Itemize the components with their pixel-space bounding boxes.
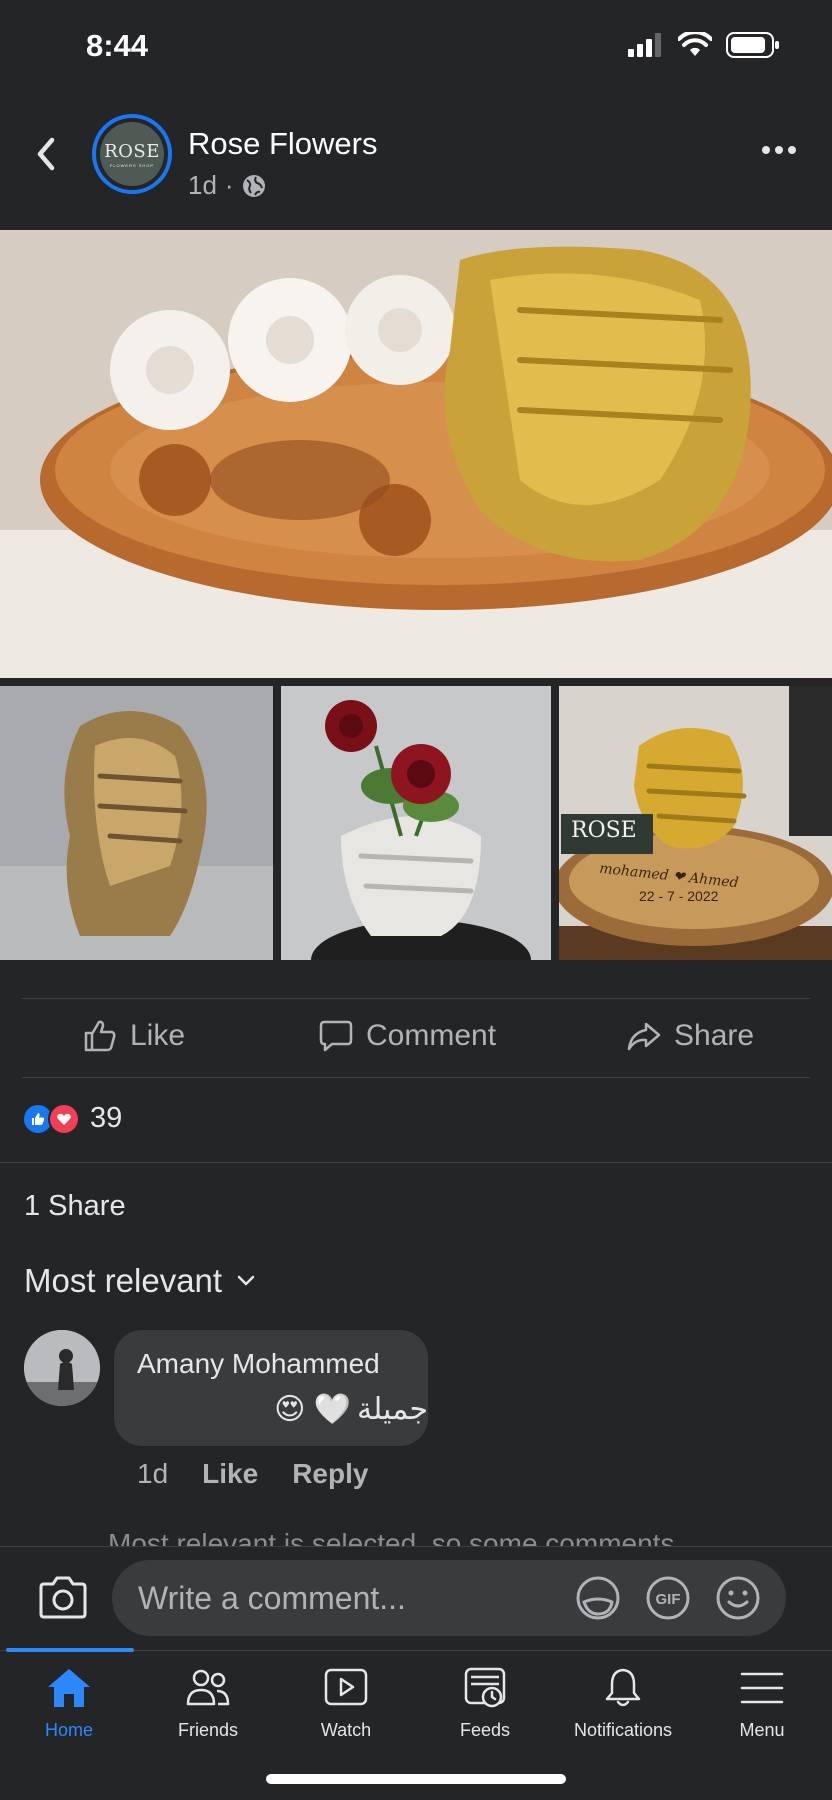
watch-icon bbox=[324, 1668, 368, 1706]
post-photo-1[interactable] bbox=[0, 686, 273, 960]
avatar-logo-sub: FLOWERS SHOP bbox=[109, 162, 155, 168]
tab-label: Watch bbox=[320, 1720, 372, 1740]
love-reaction-icon bbox=[48, 1102, 80, 1135]
gif-button[interactable]: GIF bbox=[644, 1574, 692, 1622]
divider bbox=[22, 1077, 810, 1078]
reactions-summary[interactable]: 39 bbox=[22, 1102, 122, 1135]
home-icon bbox=[48, 1669, 90, 1707]
back-button[interactable] bbox=[30, 132, 62, 176]
bell-icon bbox=[605, 1668, 641, 1707]
sort-label: Most relevant bbox=[24, 1262, 223, 1299]
battery-icon bbox=[726, 32, 779, 58]
share-button[interactable]: Share bbox=[626, 1018, 754, 1054]
tab-notifications[interactable]: Notifications bbox=[554, 1666, 692, 1741]
home-indicator[interactable] bbox=[266, 1774, 566, 1784]
status-icons bbox=[628, 32, 780, 58]
dot-icon bbox=[788, 146, 796, 154]
commenter-avatar[interactable] bbox=[24, 1330, 100, 1406]
photo-3-badge: ROSE bbox=[571, 818, 637, 843]
photo-2-image bbox=[281, 686, 551, 960]
tab-label: Feeds bbox=[459, 1720, 511, 1740]
page-avatar[interactable]: ROSE FLOWERS SHOP bbox=[92, 114, 172, 194]
avatar-sticker-button[interactable] bbox=[574, 1574, 622, 1622]
signal-icon bbox=[628, 33, 661, 57]
page-name[interactable]: Rose Flowers bbox=[188, 126, 378, 162]
chevron-down-icon bbox=[237, 1275, 255, 1286]
tab-label: Menu bbox=[739, 1720, 785, 1740]
commenter-name[interactable]: Amany Mohammed bbox=[137, 1348, 380, 1380]
dot-icon bbox=[775, 146, 783, 154]
post-age[interactable]: 1d bbox=[188, 170, 217, 201]
photo-main-image bbox=[0, 230, 832, 678]
comment-button[interactable]: Comment bbox=[318, 1018, 496, 1054]
photo-3-date: 22 - 7 - 2022 bbox=[639, 888, 719, 904]
post-photo-main[interactable] bbox=[0, 230, 832, 678]
sticker-icon bbox=[576, 1576, 620, 1620]
comment-like-button[interactable]: Like bbox=[202, 1458, 258, 1490]
share-label: Share bbox=[674, 1019, 755, 1052]
thumbs-up-icon bbox=[84, 1020, 116, 1052]
comment-emojis: 😍 🤍 bbox=[274, 1393, 352, 1426]
comment-age: 1d bbox=[137, 1458, 169, 1489]
comment-body: جميلة bbox=[357, 1393, 428, 1426]
status-time: 8:44 bbox=[86, 28, 149, 63]
comment-reply-button[interactable]: Reply bbox=[292, 1458, 368, 1490]
wifi-icon bbox=[678, 32, 712, 56]
divider bbox=[0, 1162, 832, 1163]
tab-menu[interactable]: Menu bbox=[693, 1666, 831, 1741]
camera-button[interactable] bbox=[38, 1574, 88, 1620]
post-meta: 1d · bbox=[188, 170, 266, 201]
avatar-logo: ROSE bbox=[104, 140, 160, 162]
share-count[interactable]: 1 Share bbox=[24, 1190, 126, 1223]
comment-icon bbox=[319, 1020, 353, 1052]
tab-feeds[interactable]: Feeds bbox=[416, 1666, 554, 1741]
tab-label: Notifications bbox=[573, 1720, 673, 1740]
share-icon bbox=[627, 1022, 661, 1051]
post-photo-3[interactable]: ROSE mohamed ❤ Ahmed 22 - 7 - 2022 bbox=[559, 686, 832, 960]
meta-separator: · bbox=[224, 170, 234, 200]
emoji-button[interactable] bbox=[714, 1574, 762, 1622]
tab-label: Friends bbox=[177, 1720, 239, 1740]
like-label: Like bbox=[130, 1019, 186, 1052]
divider bbox=[22, 998, 810, 999]
active-tab-indicator bbox=[6, 1648, 134, 1652]
gif-icon: GIF bbox=[646, 1576, 690, 1620]
svg-text:GIF: GIF bbox=[656, 1591, 681, 1608]
commenter-avatar-image bbox=[24, 1330, 100, 1406]
dot-icon bbox=[762, 146, 770, 154]
comment-label: Comment bbox=[366, 1019, 497, 1052]
camera-icon bbox=[39, 1576, 87, 1619]
like-button[interactable]: Like bbox=[82, 1018, 185, 1054]
comment-sort-dropdown[interactable]: Most relevant bbox=[24, 1262, 256, 1300]
photo-1-image bbox=[0, 686, 273, 960]
tab-label: Home bbox=[44, 1720, 93, 1740]
more-options-button[interactable] bbox=[762, 140, 802, 160]
tab-watch[interactable]: Watch bbox=[277, 1666, 415, 1741]
comment-text: 😍 🤍 جميلة bbox=[274, 1392, 428, 1427]
reaction-count: 39 bbox=[90, 1102, 123, 1134]
tab-friends[interactable]: Friends bbox=[139, 1666, 277, 1741]
globe-icon bbox=[242, 174, 265, 197]
chevron-left-icon bbox=[37, 137, 55, 171]
feeds-icon bbox=[464, 1667, 506, 1708]
post-photo-2[interactable] bbox=[281, 686, 551, 960]
tab-home[interactable]: Home bbox=[0, 1666, 138, 1741]
menu-icon bbox=[740, 1672, 784, 1704]
friends-icon bbox=[186, 1669, 230, 1706]
comment-meta: 1d Like Reply bbox=[137, 1458, 368, 1490]
smiley-icon bbox=[716, 1576, 760, 1620]
